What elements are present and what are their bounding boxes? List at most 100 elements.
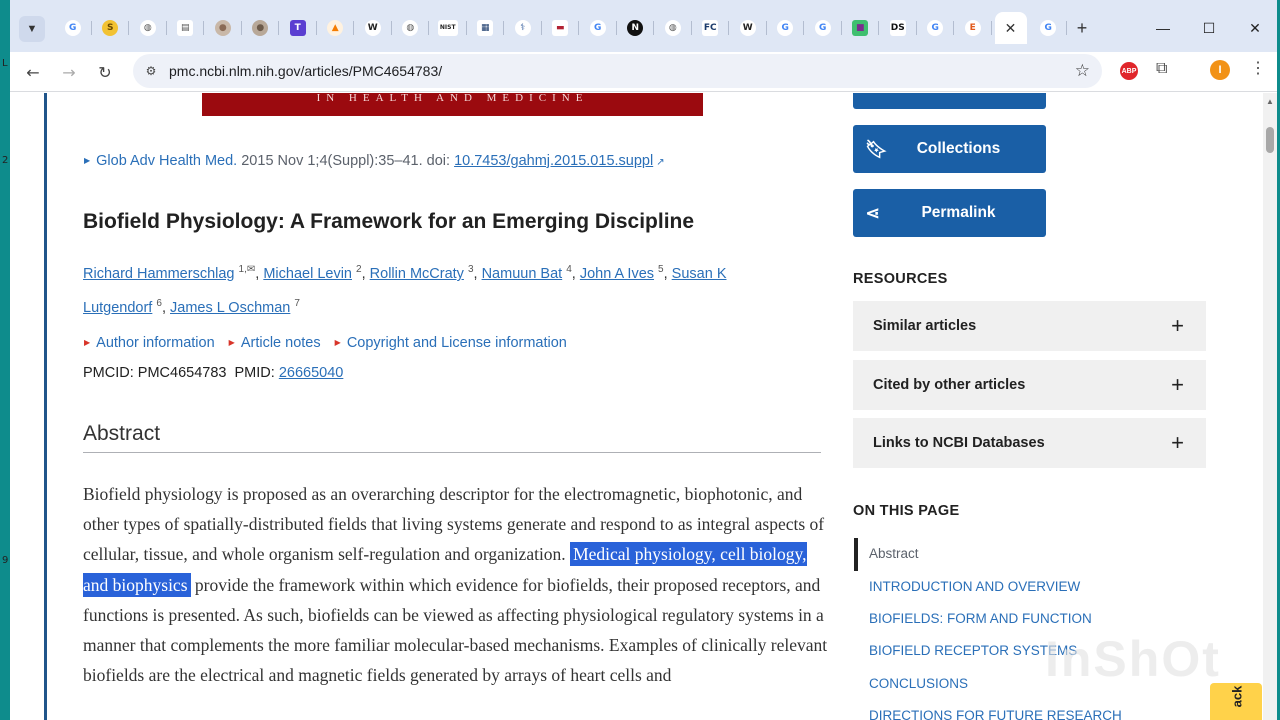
forward-button[interactable]: → [55, 58, 83, 86]
maximize-button[interactable]: ☐ [1186, 14, 1232, 42]
plus-icon: + [1171, 313, 1184, 338]
url-text[interactable]: pmc.ncbi.nlm.nih.gov/articles/PMC4654783… [169, 63, 442, 79]
google-icon-3: G [777, 20, 794, 36]
browser-tab[interactable]: G [1030, 13, 1068, 43]
tab-search-button[interactable]: ▼ [19, 16, 45, 42]
browser-tab[interactable]: T [279, 13, 317, 43]
external-link-icon: ↗ [656, 157, 665, 168]
minimize-button[interactable]: — [1140, 14, 1186, 42]
browser-tab[interactable]: ▤ [167, 13, 205, 43]
browser-tab[interactable]: G [579, 13, 617, 43]
author-affiliation[interactable]: 2 [356, 264, 362, 275]
avatar-icon: ● [214, 20, 231, 36]
author-affiliation[interactable]: 7 [294, 298, 300, 309]
browser-tab[interactable]: ◍ [392, 13, 430, 43]
browser-tab[interactable]: ▬ [542, 13, 580, 43]
google-icon: G [64, 20, 81, 36]
author-link[interactable]: Michael Levin [263, 266, 352, 282]
on-this-page-heading: ON THIS PAGE [853, 503, 960, 519]
toc-item-introduction[interactable]: INTRODUCTION AND OVERVIEW [869, 579, 1080, 594]
browser-tab[interactable]: ▲ [317, 13, 355, 43]
toc-item-abstract[interactable]: Abstract [869, 546, 919, 561]
profile-avatar[interactable]: I [1210, 60, 1230, 80]
active-tab[interactable]: ✕ [994, 12, 1027, 44]
scrollbar-thumb[interactable] [1266, 127, 1274, 153]
copyright-license-link[interactable]: ▶ Copyright and License information [335, 335, 567, 351]
sidebar-button-partial[interactable] [853, 93, 1046, 109]
site-info-icon[interactable]: ⚙ [143, 63, 159, 79]
author-link[interactable]: John A Ives [580, 266, 654, 282]
author-link[interactable]: Rollin McCraty [370, 266, 464, 282]
ncbi-databases-accordion[interactable]: Links to NCBI Databases + [853, 418, 1206, 468]
browser-tab[interactable]: ▦ [467, 13, 505, 43]
toc-item-biofields-form[interactable]: BIOFIELDS: FORM AND FUNCTION [869, 611, 1092, 626]
triangle-right-icon[interactable]: ▶ [84, 156, 90, 165]
pmid-link[interactable]: 26665040 [279, 365, 344, 381]
mail-icon[interactable]: ✉ [247, 264, 255, 275]
browser-tab[interactable]: DS [879, 13, 917, 43]
browser-tab[interactable]: ⚕ [504, 13, 542, 43]
window-close-button[interactable]: ✕ [1232, 14, 1277, 42]
triangle-right-icon: ▶ [84, 338, 91, 347]
nist-icon: NIST [437, 20, 458, 36]
ieee-icon: ▦ [477, 20, 494, 36]
article-notes-link[interactable]: ▶ Article notes [229, 335, 321, 351]
browser-tab[interactable]: S [92, 13, 130, 43]
collections-button[interactable]: 🔖︎ Collections [853, 125, 1046, 173]
permalink-button[interactable]: ⋖ Permalink [853, 189, 1046, 237]
browser-tab[interactable]: G [804, 13, 842, 43]
toc-item-future-research[interactable]: DIRECTIONS FOR FUTURE RESEARCH [869, 708, 1122, 720]
browser-tab[interactable]: ◍ [654, 13, 692, 43]
page-content: IN HEALTH AND MEDICINE ▶ Glob Adv Health … [10, 93, 1263, 720]
avatar-icon-2: ● [252, 20, 269, 36]
similar-articles-accordion[interactable]: Similar articles + [853, 301, 1206, 351]
back-to-top-tab[interactable]: ack [1210, 683, 1262, 720]
globe-icon: ◍ [139, 20, 156, 36]
browser-tab[interactable]: FC [692, 13, 730, 43]
strip-mark: 2 [2, 155, 9, 166]
browser-tab[interactable]: G [767, 13, 805, 43]
google-icon-6: G [1040, 20, 1057, 36]
back-button[interactable]: ← [19, 58, 47, 86]
tab-close-icon[interactable]: ✕ [1005, 20, 1017, 37]
scroll-up-arrow-icon[interactable]: ▲ [1266, 97, 1274, 106]
browser-tab[interactable]: ● [204, 13, 242, 43]
browser-tab[interactable]: ◍ [129, 13, 167, 43]
browser-tab[interactable]: ● [242, 13, 280, 43]
journal-link[interactable]: Glob Adv Health Med. [96, 153, 237, 169]
menu-dots-icon[interactable]: ⋮ [1250, 58, 1266, 78]
caduceus-icon: ⚕ [514, 20, 531, 36]
browser-tab[interactable]: N [617, 13, 655, 43]
vertical-scrollbar[interactable]: ▲ [1263, 93, 1277, 720]
address-bar[interactable]: ⚙ pmc.ncbi.nlm.nih.gov/articles/PMC46547… [133, 54, 1102, 88]
browser-tab[interactable]: E [954, 13, 992, 43]
author-link[interactable]: Richard Hammerschlag [83, 266, 235, 282]
author-affiliation[interactable]: 4 [566, 264, 572, 275]
new-tab-button[interactable]: + [1067, 13, 1097, 43]
author-affiliation[interactable]: 1, [239, 264, 247, 275]
cited-by-accordion[interactable]: Cited by other articles + [853, 360, 1206, 410]
author-link[interactable]: Namuun Bat [482, 266, 563, 282]
wikipedia-icon: W [364, 20, 381, 36]
fc-icon: FC [702, 20, 719, 36]
n-circle-icon: N [627, 20, 644, 36]
author-link[interactable]: James L Oschman [170, 300, 290, 316]
bookmark-star-icon[interactable]: ☆ [1075, 61, 1090, 81]
reload-button[interactable]: ↻ [91, 58, 119, 86]
ds-icon: DS [889, 20, 906, 36]
browser-tab[interactable]: G [54, 13, 92, 43]
toc-item-conclusions[interactable]: CONCLUSIONS [869, 676, 968, 691]
browser-tab[interactable]: G [917, 13, 955, 43]
author-affiliation[interactable]: 5 [658, 264, 664, 275]
browser-tab[interactable]: W [354, 13, 392, 43]
doi-link[interactable]: 10.7453/gahmj.2015.015.suppl [454, 153, 653, 169]
browser-tab[interactable]: ■ [842, 13, 880, 43]
author-affiliation[interactable]: 3 [468, 264, 474, 275]
extensions-puzzle-icon[interactable]: ⧉ [1156, 60, 1167, 78]
adblock-extension-icon[interactable]: ABP [1120, 62, 1138, 80]
s-coin-icon: S [102, 20, 119, 36]
browser-tab[interactable]: W [729, 13, 767, 43]
author-affiliation[interactable]: 6 [156, 298, 162, 309]
author-information-link[interactable]: ▶ Author information [84, 335, 215, 351]
browser-tab[interactable]: NIST [429, 13, 467, 43]
